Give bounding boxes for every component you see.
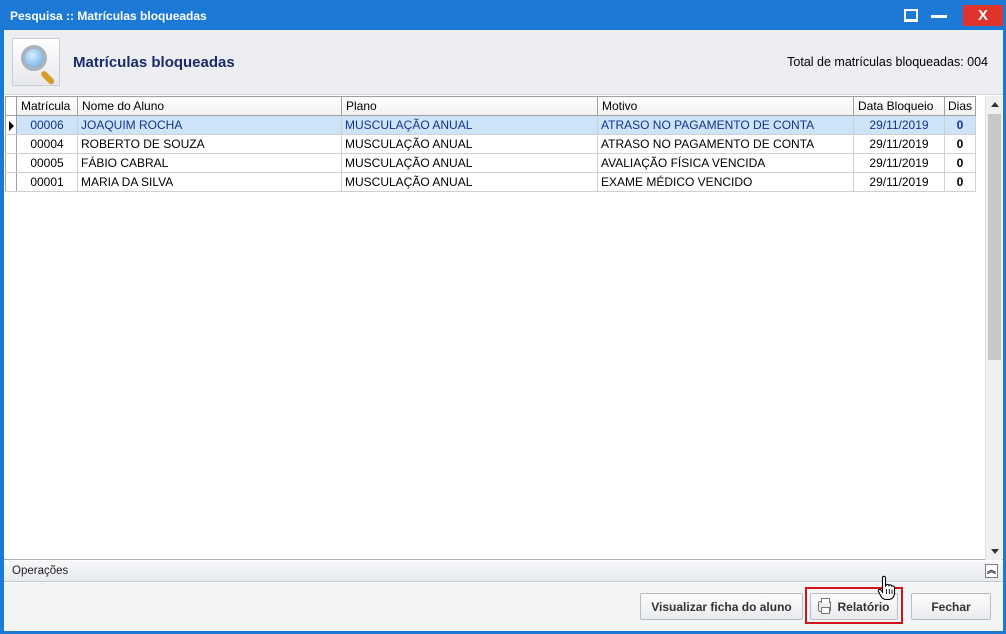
close-button[interactable]: X [963,5,1003,26]
cell-dias[interactable]: 0 [944,134,976,154]
column-header-matricula[interactable]: Matrícula [16,96,78,116]
total-count: Total de matrículas bloqueadas: 004 [787,55,988,69]
cell-motivo[interactable]: ATRASO NO PAGAMENTO DE CONTA [597,115,854,135]
row-indicator [5,172,17,192]
hand-cursor-icon [877,575,896,601]
cell-plano[interactable]: MUSCULAÇÃO ANUAL [341,115,598,135]
cell-motivo[interactable]: AVALIAÇÃO FÍSICA VENCIDA [597,153,854,173]
scroll-up-icon[interactable] [986,96,1003,113]
column-header-data[interactable]: Data Bloqueio [853,96,945,116]
data-grid[interactable]: Matrícula Nome do Aluno Plano Motivo Dat… [4,96,1003,560]
cell-data[interactable]: 29/11/2019 [853,115,945,135]
column-header-plano[interactable]: Plano [341,96,598,116]
table-row[interactable]: 00005 FÁBIO CABRAL MUSCULAÇÃO ANUAL AVAL… [5,153,976,173]
report-label: Relatório [837,599,890,614]
cell-matricula[interactable]: 00001 [16,172,78,192]
cell-plano[interactable]: MUSCULAÇÃO ANUAL [341,153,598,173]
row-indicator-header [5,96,17,116]
table-row[interactable]: 00001 MARIA DA SILVA MUSCULAÇÃO ANUAL EX… [5,172,976,192]
close-dialog-label: Fechar [931,599,971,614]
pin-icon[interactable] [904,5,918,26]
cell-data[interactable]: 29/11/2019 [853,134,945,154]
row-indicator [5,134,17,154]
view-student-button[interactable]: Visualizar ficha do aluno [640,593,803,620]
table-row[interactable]: 00006 JOAQUIM ROCHA MUSCULAÇÃO ANUAL ATR… [5,115,976,135]
window-title: Pesquisa :: Matrículas bloqueadas [10,9,207,23]
current-row-arrow-icon [9,121,14,131]
cell-plano[interactable]: MUSCULAÇÃO ANUAL [341,134,598,154]
cell-dias[interactable]: 0 [944,115,976,135]
column-header-nome[interactable]: Nome do Aluno [77,96,342,116]
view-student-label: Visualizar ficha do aluno [651,599,792,614]
scroll-down-icon[interactable] [986,543,1003,560]
collapse-icon[interactable]: ︽ [985,564,998,578]
grid-table: Matrícula Nome do Aluno Plano Motivo Dat… [5,96,976,192]
cell-nome[interactable]: FÁBIO CABRAL [77,153,342,173]
page-title: Matrículas bloqueadas [73,54,235,71]
cell-dias[interactable]: 0 [944,153,976,173]
cell-matricula[interactable]: 00006 [16,115,78,135]
minimize-button[interactable] [928,5,950,26]
cell-motivo[interactable]: ATRASO NO PAGAMENTO DE CONTA [597,134,854,154]
window-client: Matrículas bloqueadas Total de matrícula… [4,30,1003,631]
cell-data[interactable]: 29/11/2019 [853,153,945,173]
operations-bar: Operações ︽ [4,561,1003,582]
header-panel: Matrículas bloqueadas Total de matrícula… [4,30,1003,95]
cell-data[interactable]: 29/11/2019 [853,172,945,192]
cell-plano[interactable]: MUSCULAÇÃO ANUAL [341,172,598,192]
scroll-thumb[interactable] [988,114,1001,360]
row-indicator [5,153,17,173]
column-header-motivo[interactable]: Motivo [597,96,854,116]
cell-dias[interactable]: 0 [944,172,976,192]
window: Pesquisa :: Matrículas bloqueadas X Matr… [0,0,1006,634]
column-header-dias[interactable]: Dias [944,96,976,116]
cell-nome[interactable]: JOAQUIM ROCHA [77,115,342,135]
cell-matricula[interactable]: 00005 [16,153,78,173]
vertical-scrollbar[interactable] [985,96,1002,560]
table-row[interactable]: 00004 ROBERTO DE SOUZA MUSCULAÇÃO ANUAL … [5,134,976,154]
grid-header-row: Matrícula Nome do Aluno Plano Motivo Dat… [5,96,976,116]
row-indicator [5,115,17,135]
title-bar: Pesquisa :: Matrículas bloqueadas X [0,0,1006,30]
cell-matricula[interactable]: 00004 [16,134,78,154]
cell-nome[interactable]: ROBERTO DE SOUZA [77,134,342,154]
operations-label: Operações [12,565,69,577]
footer-panel: Visualizar ficha do aluno Relatório Fech… [4,583,1003,631]
close-dialog-button[interactable]: Fechar [911,593,991,620]
cell-nome[interactable]: MARIA DA SILVA [77,172,342,192]
printer-icon [818,598,832,614]
cell-motivo[interactable]: EXAME MÉDICO VENCIDO [597,172,854,192]
magnifier-icon [12,38,60,86]
